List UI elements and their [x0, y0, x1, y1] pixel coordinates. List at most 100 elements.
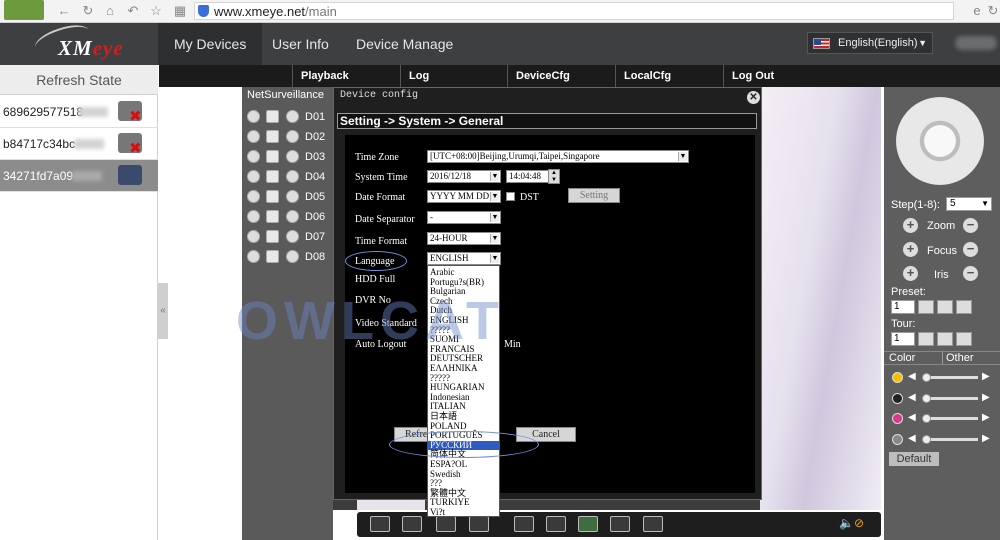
- channel-row[interactable]: D08: [244, 248, 333, 268]
- channel-row[interactable]: D07: [244, 228, 333, 248]
- user-avatar[interactable]: [955, 36, 997, 50]
- slider-right-arrow-icon[interactable]: ▶: [982, 371, 990, 382]
- tour-input[interactable]: 1: [891, 332, 915, 346]
- language-option[interactable]: 日本語: [430, 412, 457, 421]
- tour-grid-button[interactable]: [956, 332, 972, 346]
- language-option[interactable]: ???: [430, 479, 442, 488]
- channel-play-icon[interactable]: [266, 250, 279, 263]
- fullscreen-icon[interactable]: [370, 516, 390, 532]
- toolbar-logout[interactable]: Log Out: [723, 65, 1000, 87]
- toolbar-log[interactable]: Log: [400, 65, 507, 87]
- slider-knob[interactable]: [922, 434, 931, 444]
- reload-icon[interactable]: ↻: [80, 3, 96, 19]
- tab-other[interactable]: Other: [942, 352, 974, 364]
- channel-play-icon[interactable]: [266, 150, 279, 163]
- slider-left-arrow-icon[interactable]: ◀: [908, 392, 916, 403]
- collapse-panel-button[interactable]: «: [158, 283, 168, 339]
- url-text[interactable]: www.xmeye.net/main: [214, 4, 337, 19]
- language-option[interactable]: ESPA?OL: [430, 460, 467, 469]
- color-slider[interactable]: [923, 437, 978, 441]
- channel-record-icon[interactable]: [247, 150, 260, 163]
- color-slider[interactable]: [923, 396, 978, 400]
- layout-4-icon[interactable]: [436, 516, 456, 532]
- iris-open-button[interactable]: +: [903, 266, 918, 281]
- close-icon[interactable]: ✕: [747, 91, 760, 104]
- channel-stream-icon[interactable]: [286, 210, 299, 223]
- channel-record-icon[interactable]: [247, 230, 260, 243]
- stop-record-icon[interactable]: [546, 516, 566, 532]
- language-option[interactable]: Arabic: [430, 268, 455, 277]
- dst-checkbox[interactable]: [506, 192, 515, 201]
- focus-out-button[interactable]: −: [963, 242, 978, 257]
- channel-row[interactable]: D01: [244, 108, 333, 128]
- channel-play-icon[interactable]: [266, 110, 279, 123]
- ptz-direction-pad[interactable]: [896, 97, 984, 185]
- favorite-star-icon[interactable]: ☆: [148, 3, 164, 19]
- channel-play-icon[interactable]: [266, 230, 279, 243]
- back-icon[interactable]: ←: [56, 3, 72, 19]
- channel-record-icon[interactable]: [247, 170, 260, 183]
- language-option[interactable]: HUNGARIAN: [430, 383, 485, 392]
- date-select[interactable]: 2016/12/18 ▼: [427, 170, 501, 183]
- language-select[interactable]: ENGLISH ▼: [427, 252, 501, 265]
- channel-play-icon[interactable]: [266, 190, 279, 203]
- date-separator-select[interactable]: - ▼: [427, 211, 501, 224]
- device-row[interactable]: b84717c34bc: [0, 128, 158, 160]
- apps-grid-icon[interactable]: ▦: [172, 3, 188, 19]
- channel-record-icon[interactable]: [247, 210, 260, 223]
- tour-stop-button[interactable]: [937, 332, 953, 346]
- time-spinner[interactable]: ▲ ▼: [548, 169, 560, 184]
- channel-row[interactable]: D04: [244, 168, 333, 188]
- channel-stream-icon[interactable]: [286, 130, 299, 143]
- zoom-out-button[interactable]: −: [963, 218, 978, 233]
- default-button[interactable]: Default: [889, 452, 939, 466]
- slider-left-arrow-icon[interactable]: ◀: [908, 433, 916, 444]
- slider-right-arrow-icon[interactable]: ▶: [982, 412, 990, 423]
- tab-my-devices[interactable]: My Devices: [158, 23, 263, 65]
- channel-stream-icon[interactable]: [286, 190, 299, 203]
- step-select[interactable]: 5 ▼: [946, 197, 992, 211]
- stop-talk-icon[interactable]: [643, 516, 663, 532]
- channel-stream-icon[interactable]: [286, 170, 299, 183]
- channel-row[interactable]: D05: [244, 188, 333, 208]
- channel-row[interactable]: D02: [244, 128, 333, 148]
- channel-stream-icon[interactable]: [286, 230, 299, 243]
- preset-remove-button[interactable]: [956, 300, 972, 314]
- refresh-state-button[interactable]: Refresh State: [0, 65, 158, 95]
- slider-knob[interactable]: [922, 414, 931, 423]
- layout-9-icon[interactable]: [469, 516, 489, 532]
- channel-play-icon[interactable]: [266, 130, 279, 143]
- preset-go-button[interactable]: [918, 300, 934, 314]
- toolbar-localcfg[interactable]: LocalCfg: [615, 65, 723, 87]
- channel-play-icon[interactable]: [266, 170, 279, 183]
- preset-input[interactable]: 1: [891, 300, 915, 314]
- channel-record-icon[interactable]: [247, 250, 260, 263]
- page-icon[interactable]: e: [969, 3, 985, 19]
- channel-record-icon[interactable]: [247, 130, 260, 143]
- channel-row[interactable]: D06: [244, 208, 333, 228]
- refresh-icon[interactable]: ↻: [985, 3, 1000, 19]
- language-option[interactable]: Vi?t: [430, 508, 445, 517]
- color-slider[interactable]: [923, 417, 978, 420]
- snapshot-icon[interactable]: [578, 516, 598, 532]
- undo-icon[interactable]: ↶: [125, 3, 141, 19]
- iris-close-button[interactable]: −: [963, 266, 978, 281]
- slider-right-arrow-icon[interactable]: ▶: [982, 433, 990, 444]
- channel-play-icon[interactable]: [266, 210, 279, 223]
- toolbar-playback[interactable]: Playback: [292, 65, 400, 87]
- channel-stream-icon[interactable]: [286, 150, 299, 163]
- channel-record-icon[interactable]: [247, 190, 260, 203]
- setting-button[interactable]: Setting: [568, 188, 620, 203]
- slider-left-arrow-icon[interactable]: ◀: [908, 412, 916, 423]
- video-stream[interactable]: [760, 87, 881, 510]
- slider-left-arrow-icon[interactable]: ◀: [908, 371, 916, 382]
- channel-stream-icon[interactable]: [286, 110, 299, 123]
- tab-user-info[interactable]: User Info: [256, 23, 345, 65]
- slider-knob[interactable]: [922, 393, 931, 403]
- tour-play-button[interactable]: [918, 332, 934, 346]
- toolbar-devicecfg[interactable]: DeviceCfg: [507, 65, 615, 87]
- zoom-in-button[interactable]: +: [903, 218, 918, 233]
- preset-add-button[interactable]: [937, 300, 953, 314]
- device-row[interactable]: 689629577518: [0, 96, 158, 128]
- time-zone-select[interactable]: [UTC+08:00]Beijing,Urumqi,Taipei,Singapo…: [427, 150, 689, 163]
